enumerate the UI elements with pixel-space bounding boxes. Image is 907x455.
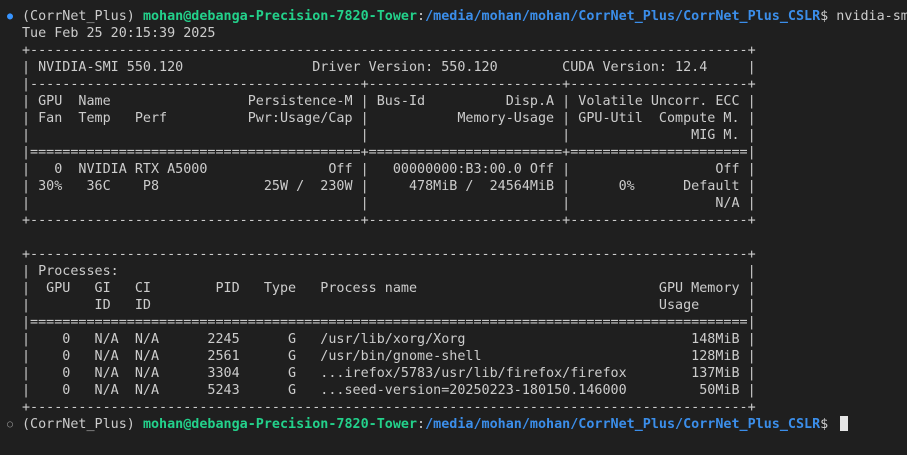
output-line: | 30% 36C P8 25W / 230W | 478MiB / 24564…: [22, 179, 756, 194]
executed-command: nvidia-smi: [836, 9, 907, 24]
working-directory-path: /media/mohan/mohan/CorrNet_Plus/CorrNet_…: [425, 9, 821, 24]
output-line: | ID ID Usage |: [22, 298, 756, 313]
user-host-label: mohan@debanga-Precision-7820-Tower: [142, 9, 418, 24]
terminal-panel[interactable]: ● (CorrNet_Plus) mohan@debanga-Precision…: [0, 0, 907, 455]
working-directory-path: /media/mohan/mohan/CorrNet_Plus/CorrNet_…: [425, 417, 821, 432]
prompt-symbol: $: [820, 417, 837, 432]
output-line: | GPU Name Persistence-M | Bus-Id Disp.A…: [22, 94, 756, 109]
prompt-separator: :: [417, 417, 426, 432]
output-line: | NVIDIA-SMI 550.120 Driver Version: 550…: [22, 60, 756, 75]
conda-env-label: (CorrNet_Plus): [22, 417, 143, 432]
output-line: |---------------------------------------…: [22, 77, 756, 92]
output-line: Tue Feb 25 20:15:39 2025: [22, 26, 216, 41]
command-idle-marker-icon[interactable]: ○: [7, 416, 13, 433]
output-line: | GPU GI CI PID Type Process name GPU Me…: [22, 281, 756, 296]
text-cursor[interactable]: [840, 416, 849, 431]
output-line: | 0 N/A N/A 2561 G /usr/bin/gnome-shell …: [22, 349, 756, 364]
output-line: |=======================================…: [22, 315, 756, 330]
output-line: +---------------------------------------…: [22, 213, 756, 228]
user-host-label: mohan@debanga-Precision-7820-Tower: [142, 417, 418, 432]
output-line: | 0 N/A N/A 2245 G /usr/lib/xorg/Xorg 14…: [22, 332, 756, 347]
prompt-symbol: $: [820, 9, 837, 24]
output-line: | 0 N/A N/A 3304 G ...irefox/5783/usr/li…: [22, 366, 756, 381]
output-line: | 0 N/A N/A 5243 G ...seed-version=20250…: [22, 383, 756, 398]
active-prompt-line[interactable]: (CorrNet_Plus) mohan@debanga-Precision-7…: [22, 416, 849, 433]
output-line: +---------------------------------------…: [22, 247, 756, 262]
output-line: |=======================================…: [22, 145, 756, 160]
conda-env-label: (CorrNet_Plus): [22, 9, 143, 24]
command-prompt-line: (CorrNet_Plus) mohan@debanga-Precision-7…: [22, 8, 907, 25]
output-line: +---------------------------------------…: [22, 400, 756, 415]
prompt-separator: :: [417, 9, 426, 24]
output-line: | 0 NVIDIA RTX A5000 Off | 00000000:B3:0…: [22, 162, 756, 177]
command-success-marker-icon[interactable]: ●: [7, 8, 13, 25]
output-line: +---------------------------------------…: [22, 43, 756, 58]
output-line: | | | N/A |: [22, 196, 756, 211]
output-line: | | | MIG M. |: [22, 128, 756, 143]
output-line: | Fan Temp Perf Pwr:Usage/Cap | Memory-U…: [22, 111, 756, 126]
output-line: | Processes: |: [22, 264, 756, 279]
